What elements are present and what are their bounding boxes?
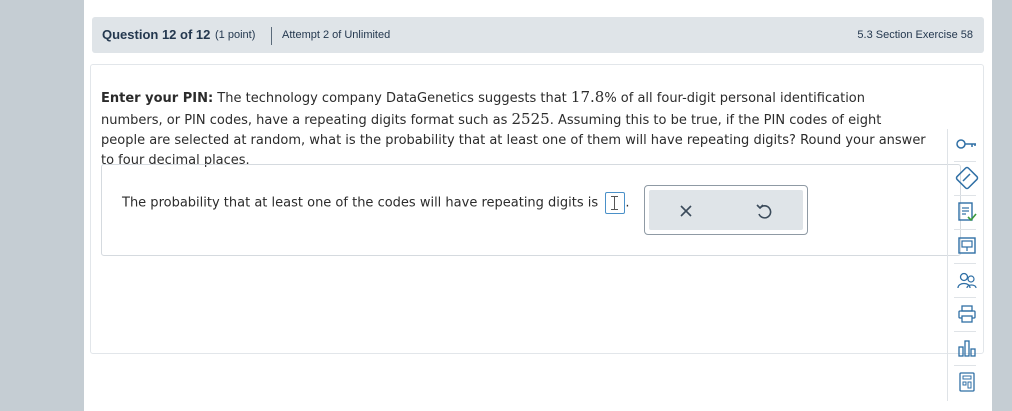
close-icon (680, 205, 692, 217)
print-icon (958, 305, 976, 323)
key-icon (956, 139, 976, 149)
section-label: 5.3 Section Exercise 58 (857, 29, 973, 41)
answer-area: The probability that at least one of the… (101, 164, 961, 256)
statcrunch-icon (958, 340, 976, 357)
view-example-icon (958, 237, 976, 254)
calculator-button[interactable] (954, 369, 980, 395)
clear-button[interactable] (675, 200, 697, 222)
answer-suffix: . (625, 195, 630, 211)
toolbar-divider (954, 195, 976, 196)
toolbar-divider (954, 161, 976, 162)
print-button[interactable] (954, 301, 980, 327)
math-palette-popup (644, 185, 808, 235)
calculator-icon (959, 372, 975, 392)
undo-button[interactable] (753, 200, 775, 222)
question-text: Enter your PIN: The technology company D… (101, 87, 929, 171)
example-value: 2525 (511, 110, 550, 128)
pencil-button[interactable] (954, 165, 980, 191)
text-cursor-icon (611, 196, 619, 210)
toolbar-divider (954, 365, 976, 366)
undo-icon (756, 204, 772, 219)
help-me-solve-button[interactable] (954, 199, 980, 225)
toolbar-divider (954, 263, 976, 264)
question-header: Question 12 of 12 (1 point) Attempt 2 of… (92, 17, 984, 53)
math-palette-inner (649, 190, 803, 230)
page: Question 12 of 12 (1 point) Attempt 2 of… (84, 0, 992, 411)
question-points: (1 point) (215, 29, 256, 41)
percent-value: 17.8 (570, 88, 605, 106)
toolbar-divider (954, 229, 976, 230)
answer-input[interactable] (605, 192, 626, 214)
answer-prompt: The probability that at least one of the… (122, 195, 599, 211)
side-toolbar (947, 129, 984, 401)
view-example-button[interactable] (954, 233, 980, 259)
ask-instructor-button[interactable] (954, 267, 980, 293)
attempt-counter: Attempt 2 of Unlimited (282, 29, 391, 41)
question-panel: Enter your PIN: The technology company D… (90, 64, 984, 401)
question-number: Question 12 of 12 (102, 27, 211, 42)
header-divider (271, 27, 272, 45)
toolbar-divider (954, 297, 976, 298)
ask-instructor-icon (957, 272, 977, 289)
statcrunch-button[interactable] (954, 335, 980, 361)
pencil-icon (955, 166, 979, 190)
help-me-solve-icon (958, 202, 977, 222)
toolbar-divider (954, 331, 976, 332)
key-button[interactable] (954, 131, 980, 157)
question-lead: Enter your PIN: (101, 91, 214, 106)
question-text-part-1: The technology company DataGenetics sugg… (213, 91, 571, 106)
answer-line: The probability that at least one of the… (122, 192, 629, 214)
